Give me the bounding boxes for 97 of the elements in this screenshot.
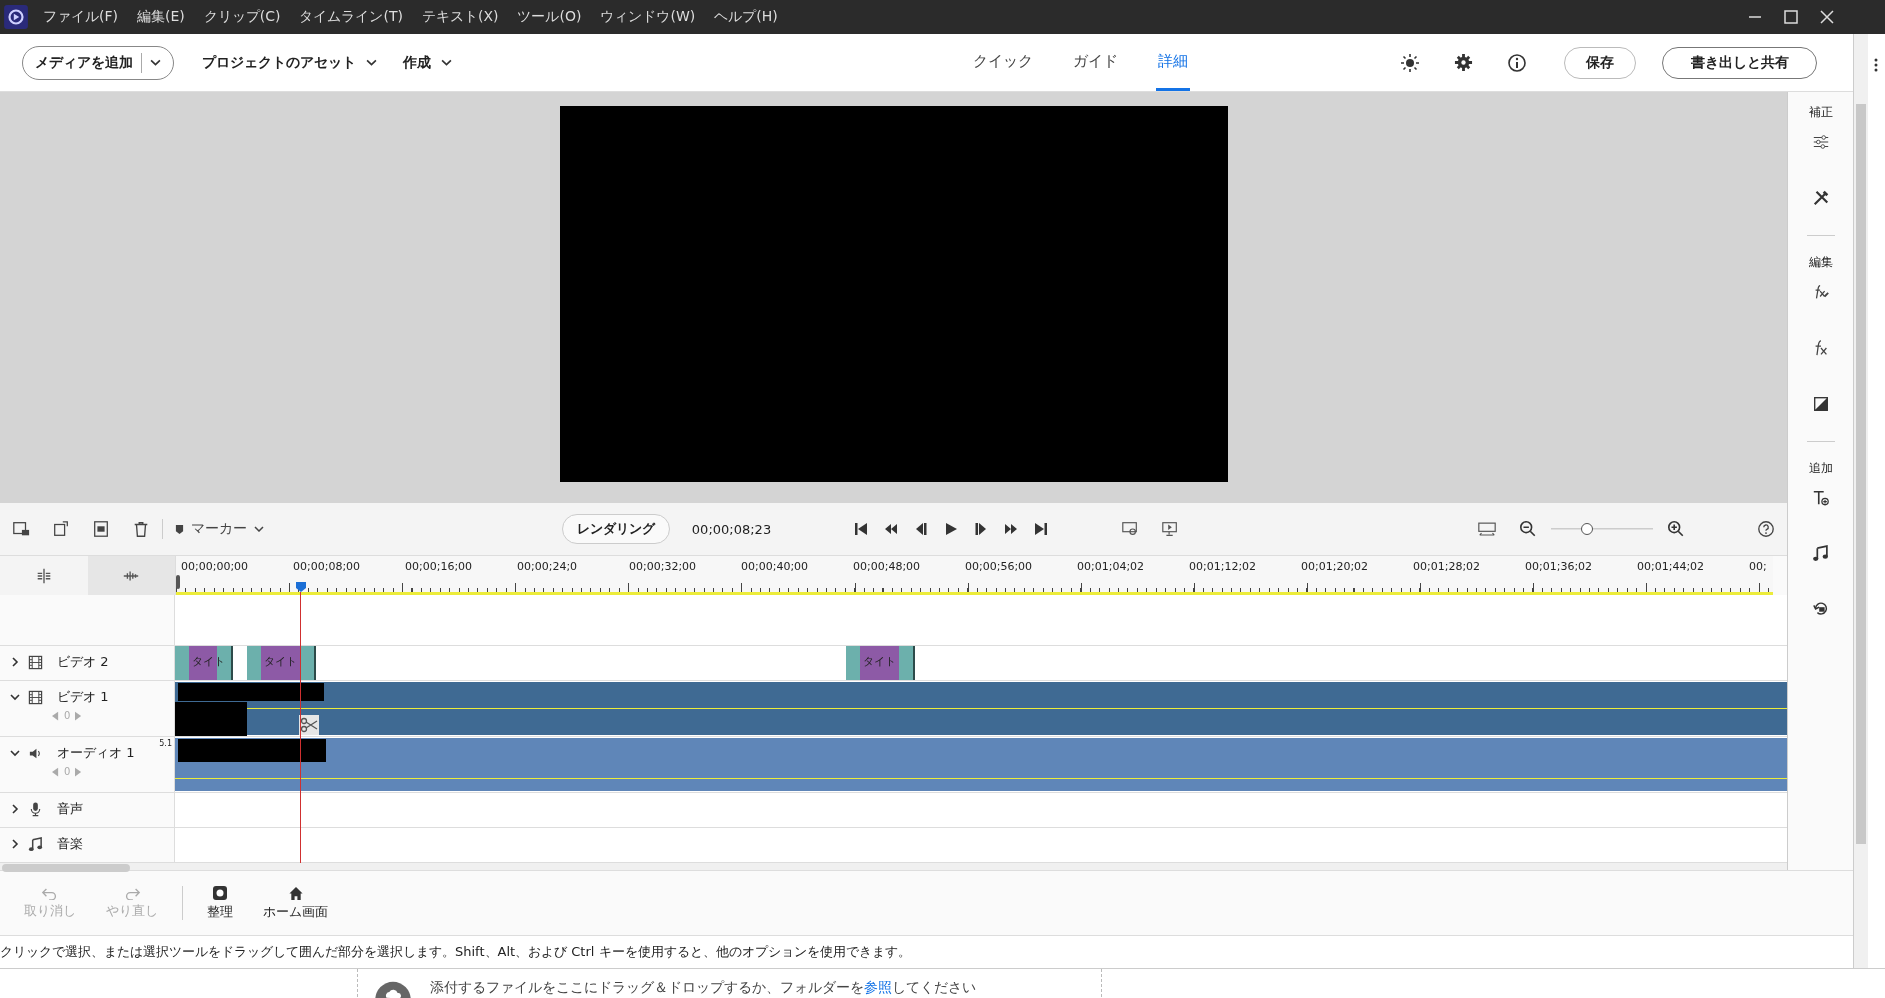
chevron-down-icon[interactable]: [254, 526, 264, 532]
monitor-play-icon[interactable]: [1161, 520, 1180, 538]
playhead-handle[interactable]: [295, 581, 307, 593]
brightness-icon[interactable]: [1400, 52, 1420, 73]
scissors-icon[interactable]: [299, 715, 319, 735]
browse-link[interactable]: 参照: [864, 979, 892, 995]
chevron-right-icon[interactable]: [10, 657, 20, 667]
text-add-icon[interactable]: [1811, 489, 1830, 507]
time-label: 00;00;56;00: [965, 560, 1034, 573]
trash-icon[interactable]: [132, 520, 150, 538]
menu-item[interactable]: ツール(O): [517, 8, 582, 26]
music-note-icon: [28, 836, 43, 852]
help-icon[interactable]: [1757, 520, 1775, 538]
snap-toggle-button[interactable]: [0, 556, 88, 595]
app-logo-icon[interactable]: [3, 4, 29, 30]
scrollbar-thumb[interactable]: [2, 864, 130, 872]
time-label: 00;00;40;00: [741, 560, 810, 573]
chevron-down-icon[interactable]: [441, 59, 452, 66]
mode-tab[interactable]: ガイド: [1071, 34, 1120, 91]
chevron-down-icon[interactable]: [10, 692, 20, 702]
film-strip-icon[interactable]: [92, 520, 110, 538]
time-label: 00;01;12;02: [1189, 560, 1258, 573]
scrollbar-thumb[interactable]: [1856, 104, 1866, 844]
organizer-icon[interactable]: [212, 885, 228, 901]
track-name: 音楽: [57, 835, 83, 853]
rotate-clip-icon[interactable]: [52, 520, 70, 538]
marker-icon[interactable]: [175, 523, 184, 535]
go-to-start-icon[interactable]: [853, 521, 870, 537]
timeline-start-handle[interactable]: [176, 575, 180, 589]
time-label: 00;: [1749, 560, 1767, 573]
more-options-icon[interactable]: [1874, 58, 1878, 72]
menu-item[interactable]: 編集(E): [137, 8, 185, 26]
track-name: 音声: [57, 800, 83, 818]
microphone-icon: [28, 801, 43, 817]
menu-item[interactable]: ウィンドウ(W): [600, 8, 696, 26]
drop-zone[interactable]: 添付するファイルをここにドラッグ＆ドロップするか、フォルダーを参照 してください: [357, 969, 1102, 998]
render-button[interactable]: レンダリング: [561, 514, 670, 544]
time-label: 00;01;20;02: [1301, 560, 1370, 573]
zoom-out-icon[interactable]: [1519, 520, 1537, 538]
menu-item[interactable]: クリップ(C): [203, 8, 281, 26]
menu-item[interactable]: タイムライン(T): [299, 8, 403, 26]
drop-instruction: 添付するファイルをここにドラッグ＆ドロップするか、フォルダーを参照 してください: [430, 979, 976, 997]
info-icon[interactable]: [1507, 52, 1527, 73]
audio-wave-toggle-button[interactable]: [87, 556, 175, 595]
chevron-down-icon[interactable]: [10, 748, 20, 758]
video-clip[interactable]: [175, 682, 1787, 735]
mode-tab[interactable]: クイック: [971, 34, 1035, 91]
music-note-icon[interactable]: [1812, 545, 1829, 562]
chevron-down-icon[interactable]: [150, 59, 161, 66]
track-name: ビデオ 2: [57, 653, 109, 671]
time-label: 00;00;16;00: [405, 560, 474, 573]
channel-label: 5.1: [159, 739, 172, 748]
film-icon: [28, 689, 43, 705]
project-assets-dropdown[interactable]: プロジェクトのアセット: [202, 53, 377, 72]
time-label: 00;00;00;00: [181, 560, 250, 573]
menu-item[interactable]: ヘルプ(H): [714, 8, 778, 26]
time-label: 00;01;04;02: [1077, 560, 1146, 573]
rotate-icon[interactable]: [1811, 600, 1830, 618]
chevron-right-icon[interactable]: [10, 839, 20, 849]
menu-item[interactable]: ファイル(F): [43, 8, 118, 26]
time-label: 00;00;24;0: [517, 560, 579, 573]
time-label: 00;00;32;00: [629, 560, 698, 573]
monitor-zoom-icon[interactable]: [1121, 520, 1140, 538]
chevron-right-icon[interactable]: [10, 804, 20, 814]
marker-dropdown[interactable]: マーカー: [175, 520, 264, 538]
film-icon: [28, 654, 43, 670]
rewind-icon[interactable]: [883, 521, 900, 537]
contrast-icon[interactable]: [1811, 395, 1830, 413]
time-label: 00;01;36;02: [1525, 560, 1594, 573]
chevron-down-icon[interactable]: [366, 59, 377, 66]
panel-section-label: 編集: [1808, 254, 1833, 271]
track-name: オーディオ 1: [57, 744, 135, 762]
time-label: 00;01;28;02: [1413, 560, 1482, 573]
panel-section-label: 追加: [1808, 460, 1833, 477]
maximize-icon[interactable]: [1781, 7, 1801, 27]
create-dropdown[interactable]: 作成: [403, 53, 452, 72]
organizer-button[interactable]: 整理: [207, 885, 233, 921]
home-icon[interactable]: [287, 885, 304, 901]
tools-icon[interactable]: [1811, 189, 1830, 207]
menu-item[interactable]: テキスト(X): [421, 8, 499, 26]
film-camera-icon[interactable]: [12, 520, 30, 538]
go-to-end-icon[interactable]: [1033, 521, 1050, 537]
track-name: ビデオ 1: [57, 688, 109, 706]
settings-icon[interactable]: [1454, 53, 1473, 72]
zoom-in-icon[interactable]: [1667, 520, 1685, 538]
level-value: 0: [64, 710, 71, 721]
fit-timeline-icon[interactable]: [1477, 520, 1497, 538]
timecode: 00;00;08;23: [691, 521, 772, 537]
time-label: 00;00;48;00: [853, 560, 922, 573]
sliders-icon[interactable]: [1811, 133, 1830, 151]
home-button[interactable]: ホーム画面: [263, 885, 328, 921]
level-value: 0: [64, 766, 71, 777]
status-text: クリックで選択、または選択ツールをドラッグして囲んだ部分を選択します。Shift、Alt、および Ctrl キーを使用すると、他のオプションを使用できます。: [0, 943, 912, 961]
panel-section-label: 補正: [1808, 104, 1833, 121]
time-label: 00;01;44;02: [1637, 560, 1706, 573]
audio-clip[interactable]: [175, 738, 1787, 791]
time-label: 00;00;08;00: [293, 560, 362, 573]
